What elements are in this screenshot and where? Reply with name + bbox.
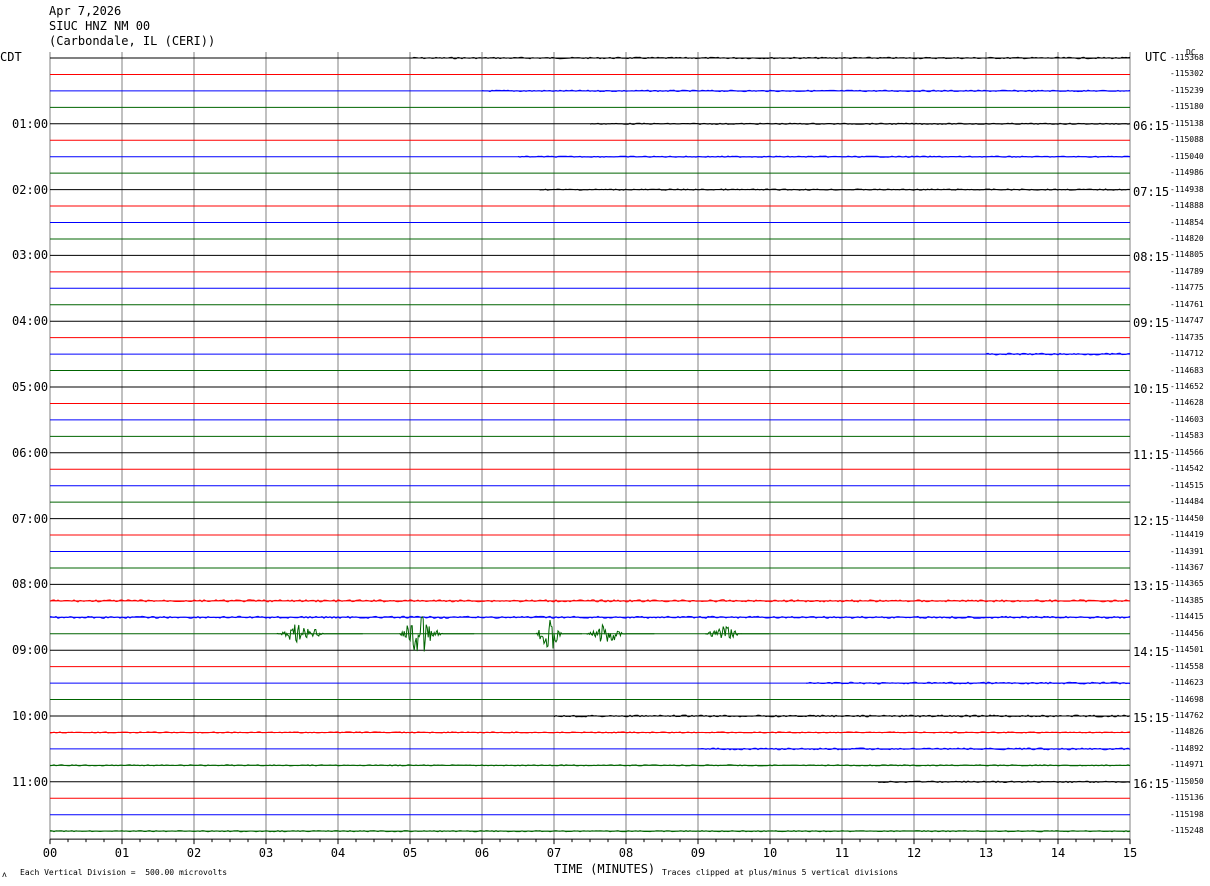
dc-offset-label: -115138 (1170, 118, 1204, 128)
dc-offset-label: -114683 (1170, 365, 1204, 375)
x-tick-label: 05 (403, 846, 417, 860)
dc-offset-label: -114888 (1170, 201, 1204, 211)
right-hour-label: 13:15 (1133, 579, 1170, 594)
corner-mark: ᴧ (2, 870, 7, 879)
x-tick-label: 14 (1051, 846, 1065, 860)
dc-offset-label: -115180 (1170, 102, 1204, 112)
x-tick-label: 15 (1123, 846, 1137, 860)
dc-offset-label: -115198 (1170, 809, 1204, 819)
x-tick-label: 04 (331, 846, 345, 860)
left-hour-label: 05:00 (12, 380, 49, 394)
seismic-event (705, 625, 770, 640)
dc-offset-label: -115040 (1170, 151, 1204, 161)
x-axis-title: TIME (MINUTES) (554, 862, 656, 876)
dc-offset-label: -114623 (1170, 678, 1204, 688)
left-hour-label: 09:00 (12, 643, 49, 658)
right-hour-label: 11:15 (1133, 447, 1170, 462)
dc-offset-label: -115088 (1170, 135, 1204, 145)
dc-offset-label: -115239 (1170, 85, 1204, 95)
dc-offset-label: -114365 (1170, 579, 1204, 589)
dc-offset-label: -114747 (1170, 316, 1204, 326)
left-hour-label: 08:00 (12, 577, 49, 592)
left-hour-label: 02:00 (12, 182, 49, 197)
dc-offset-label: -114712 (1170, 349, 1204, 359)
left-hour-label: 06:00 (12, 445, 49, 460)
x-tick-label: 11 (835, 846, 849, 860)
dc-offset-label: -114762 (1170, 711, 1204, 720)
dc-offset-label: -114391 (1170, 546, 1204, 556)
clip-note: Traces clipped at plus/minus 5 vertical … (662, 868, 899, 877)
dc-offset-label: -114628 (1170, 398, 1204, 408)
left-hour-label: 11:00 (12, 774, 49, 789)
right-hour-label: 07:15 (1133, 184, 1170, 199)
dc-offset-label: -114971 (1170, 760, 1204, 770)
dc-offset-label: -114385 (1170, 595, 1204, 605)
dc-offset-label: -115368 (1170, 53, 1204, 62)
right-hour-label: 08:15 (1133, 250, 1170, 265)
dc-offset-label: -114484 (1170, 497, 1204, 507)
right-hour-label: 10:15 (1133, 382, 1170, 396)
dc-offset-label: -115248 (1170, 826, 1204, 836)
dc-offset-label: -114415 (1170, 612, 1204, 622)
dc-offset-label: -115302 (1170, 69, 1204, 79)
dc-offset-label: -114583 (1170, 431, 1204, 441)
right-hour-label: 14:15 (1133, 645, 1170, 660)
left-hour-label: 04:00 (12, 314, 49, 329)
dc-offset-label: -114805 (1170, 250, 1204, 260)
dc-offset-label: -114501 (1170, 645, 1204, 655)
right-hour-label: 09:15 (1133, 316, 1170, 331)
x-tick-label: 09 (691, 846, 705, 860)
x-tick-label: 03 (259, 846, 273, 860)
dc-offset-label: -114566 (1170, 447, 1204, 457)
x-tick-label: 06 (475, 846, 489, 860)
x-tick-label: 08 (619, 846, 633, 860)
right-hour-label: 16:15 (1133, 776, 1170, 791)
x-tick-label: 10 (763, 846, 777, 860)
dc-offset-label: -114542 (1170, 464, 1204, 474)
dc-offset-label: -114986 (1170, 168, 1204, 178)
left-hour-label: 03:00 (12, 248, 49, 263)
dc-offset-label: -114820 (1170, 233, 1204, 243)
x-axis: 00 01 02 03 04 05 06 07 08 09 10 11 12 13 14 15 (43, 838, 1137, 860)
x-tick-label: 13 (979, 846, 993, 860)
dc-offset-label: -114450 (1170, 513, 1204, 523)
dc-offset-label: -114854 (1170, 217, 1204, 227)
x-tick-label: 00 (43, 846, 57, 860)
right-hour-label: 15:15 (1133, 711, 1170, 725)
dc-offset-label: -114775 (1170, 283, 1204, 293)
x-tick-label: 12 (907, 846, 921, 860)
dc-offset-label: -114652 (1170, 382, 1204, 391)
left-hour-label: 10:00 (12, 709, 49, 723)
dc-offset-label: -115136 (1170, 793, 1204, 803)
dc-offset-label: -114456 (1170, 628, 1204, 638)
time-grid (49, 52, 1131, 840)
dc-offset-label: -114938 (1170, 184, 1204, 194)
x-tick-label: 02 (187, 846, 201, 860)
dc-offset-label: -114419 (1170, 530, 1204, 540)
x-tick-label: 07 (547, 846, 561, 860)
seismic-event (535, 620, 582, 649)
dc-offset-label: -114761 (1170, 299, 1204, 309)
right-hour-label: 06:15 (1133, 118, 1170, 133)
seismogram-chart: 00 01 02 03 04 05 06 07 08 09 10 11 12 13 14 15 (43, 52, 1137, 860)
dc-offset-label: -114558 (1170, 661, 1204, 671)
dc-offset-label: -114892 (1170, 743, 1204, 753)
scale-note: Each Vertical Division = 500.00 microvol… (20, 868, 228, 877)
x-tick-label: 01 (115, 846, 129, 860)
dc-offset-label: -114826 (1170, 727, 1204, 737)
left-hour-label: 07:00 (12, 511, 49, 526)
dc-offset-label: -114789 (1170, 266, 1204, 276)
dc-offset-label: -114698 (1170, 694, 1204, 704)
left-hour-label: 01:00 (12, 116, 49, 131)
dc-offset-label: -114603 (1170, 414, 1204, 424)
dc-offset-label: -114515 (1170, 480, 1204, 490)
dc-offset-label: -115050 (1170, 776, 1204, 786)
dc-offset-label: -114367 (1170, 562, 1204, 572)
dc-offset-label: -114735 (1170, 332, 1204, 342)
right-hour-label: 12:15 (1133, 513, 1170, 528)
